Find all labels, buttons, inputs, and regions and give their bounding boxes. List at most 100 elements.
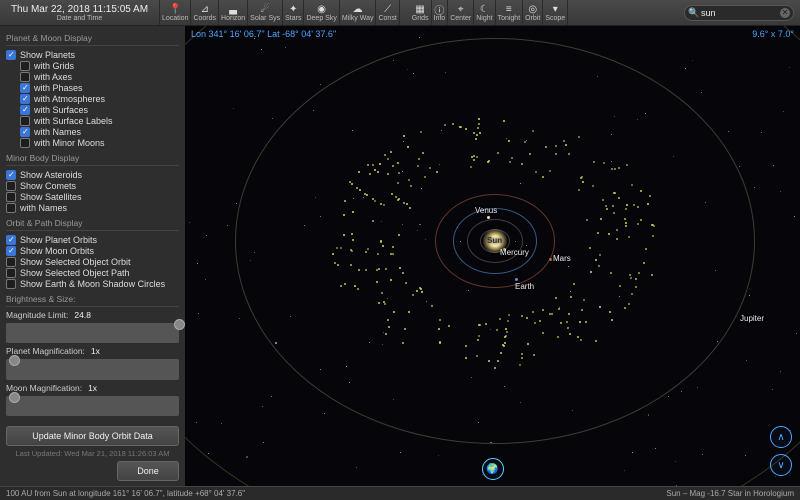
checkbox[interactable] [6, 181, 16, 191]
section-brightness: Brightness & Size: [6, 294, 179, 307]
checkbox[interactable] [20, 61, 30, 71]
checkbox[interactable] [6, 246, 16, 256]
toolbar-orbit[interactable]: ◎Orbit [523, 0, 543, 25]
checkbox[interactable] [6, 279, 16, 289]
deep-sky-icon: ◉ [317, 3, 326, 15]
toolbar: Thu Mar 22, 2018 11:15:05 AM Date and Ti… [0, 0, 800, 26]
option-with-names[interactable]: with Names [6, 126, 179, 137]
moon-mag-label: Moon Magnification: [6, 383, 82, 393]
planet-venus[interactable] [487, 216, 490, 219]
planet-label-mercury: Mercury [500, 248, 529, 257]
checkbox[interactable] [20, 138, 30, 148]
option-with-atmospheres[interactable]: with Atmospheres [6, 93, 179, 104]
option-with-surfaces[interactable]: with Surfaces [6, 104, 179, 115]
toolbar-info[interactable]: ⓘInfo [432, 0, 449, 25]
toolbar-center[interactable]: ⌖Center [448, 0, 474, 25]
coords-icon: ⊿ [201, 3, 209, 15]
sky-view[interactable]: Lon 341° 16' 06.7" Lat -68° 04' 37.6" 9.… [185, 26, 800, 486]
mag-limit-value: 24.8 [74, 310, 91, 320]
section-planet-moon: Planet & Moon Display [6, 33, 179, 46]
option-with-axes[interactable]: with Axes [6, 71, 179, 82]
sidebar: Planet & Moon Display Show Planetswith G… [0, 26, 185, 486]
planet-label-earth: Earth [515, 282, 534, 291]
checkbox[interactable] [6, 268, 16, 278]
status-bar: 100 AU from Sun at longitude 161° 16' 06… [0, 486, 800, 500]
sun-label: Sun [487, 236, 502, 245]
option-show-planet-orbits[interactable]: Show Planet Orbits [6, 234, 179, 245]
moon-mag-value: 1x [88, 383, 97, 393]
toolbar-horizon[interactable]: ▃Horizon [219, 0, 248, 25]
toolbar-solar-sys[interactable]: ☄Solar Sys [248, 0, 283, 25]
moon-mag-slider[interactable] [6, 396, 179, 416]
planet-mag-label: Planet Magnification: [6, 346, 85, 356]
option-show-moon-orbits[interactable]: Show Moon Orbits [6, 245, 179, 256]
option-show-selected-object-orbit[interactable]: Show Selected Object Orbit [6, 256, 179, 267]
toolbar-const[interactable]: ⟋Const [376, 0, 399, 25]
status-right: Sun – Mag -16.7 Star in Horologium [666, 489, 794, 498]
section-orbit-path: Orbit & Path Display [6, 218, 179, 231]
planet-mars[interactable] [549, 258, 552, 261]
datetime-display[interactable]: Thu Mar 22, 2018 11:15:05 AM Date and Ti… [0, 0, 160, 25]
option-show-earth-moon-shadow-circles[interactable]: Show Earth & Moon Shadow Circles [6, 278, 179, 289]
checkbox[interactable] [20, 94, 30, 104]
toolbar-location[interactable]: 📍Location [160, 0, 191, 25]
grids-icon: ▦ [415, 3, 424, 15]
checkbox[interactable] [20, 72, 30, 82]
planet-earth[interactable] [515, 278, 518, 281]
toolbar-milky-way[interactable]: ☁Milky Way [340, 0, 377, 25]
coords-readout: Lon 341° 16' 06.7" Lat -68° 04' 37.6" [191, 29, 336, 39]
milky-way-icon: ☁ [353, 3, 363, 15]
toolbar-night[interactable]: ☾Night [474, 0, 495, 25]
checkbox[interactable] [6, 192, 16, 202]
checkbox[interactable] [20, 127, 30, 137]
earth-view-button[interactable]: 🌍 [482, 458, 504, 480]
checkbox[interactable] [6, 50, 16, 60]
checkbox[interactable] [20, 83, 30, 93]
option-show-selected-object-path[interactable]: Show Selected Object Path [6, 267, 179, 278]
datetime-label: Date and Time [57, 15, 103, 22]
mag-limit-slider[interactable] [6, 323, 179, 343]
option-with-phases[interactable]: with Phases [6, 82, 179, 93]
planet-mag-value: 1x [91, 346, 100, 356]
checkbox[interactable] [6, 170, 16, 180]
checkbox[interactable] [20, 105, 30, 115]
toolbar-stars[interactable]: ✦Stars [283, 0, 304, 25]
night-icon: ☾ [480, 3, 489, 15]
section-minor-body: Minor Body Display [6, 153, 179, 166]
status-left: 100 AU from Sun at longitude 161° 16' 06… [6, 489, 245, 498]
done-button[interactable]: Done [117, 461, 179, 481]
toolbar-grids[interactable]: ▦Grids [410, 0, 432, 25]
checkbox[interactable] [6, 257, 16, 267]
option-show-satellites[interactable]: Show Satellites [6, 191, 179, 202]
mag-limit-label: Magnitude Limit: [6, 310, 68, 320]
option-with-minor-moons[interactable]: with Minor Moons [6, 137, 179, 148]
toolbar-scope[interactable]: ▾Scope [543, 0, 568, 25]
datetime-value: Thu Mar 22, 2018 11:15:05 AM [11, 4, 148, 15]
const-icon: ⟋ [384, 3, 391, 15]
planet-label-jupiter: Jupiter [740, 314, 764, 323]
option-with-names[interactable]: with Names [6, 202, 179, 213]
location-icon: 📍 [169, 3, 181, 15]
toolbar-tonight[interactable]: ≡Tonight [496, 0, 524, 25]
search-clear-icon[interactable]: ✕ [780, 8, 790, 18]
nav-down-button[interactable]: ∨ [770, 454, 792, 476]
option-with-surface-labels[interactable]: with Surface Labels [6, 115, 179, 126]
option-show-comets[interactable]: Show Comets [6, 180, 179, 191]
toolbar-spacer [568, 0, 678, 25]
toolbar-coords[interactable]: ⊿Coords [191, 0, 219, 25]
option-show-asteroids[interactable]: Show Asteroids [6, 169, 179, 180]
orbit-icon: ◎ [528, 3, 537, 15]
checkbox[interactable] [6, 235, 16, 245]
option-with-grids[interactable]: with Grids [6, 60, 179, 71]
checkbox[interactable] [6, 203, 16, 213]
search-container: 🔍 ✕ [678, 0, 800, 25]
update-orbit-button[interactable]: Update Minor Body Orbit Data [6, 426, 179, 446]
toolbar-deep-sky[interactable]: ◉Deep Sky [304, 0, 339, 25]
stars-icon: ✦ [289, 3, 297, 15]
option-show-planets[interactable]: Show Planets [6, 49, 179, 60]
nav-up-button[interactable]: ∧ [770, 426, 792, 448]
center-icon: ⌖ [458, 3, 464, 15]
planet-mag-slider[interactable] [6, 359, 179, 379]
search-input[interactable] [684, 5, 794, 21]
checkbox[interactable] [20, 116, 30, 126]
